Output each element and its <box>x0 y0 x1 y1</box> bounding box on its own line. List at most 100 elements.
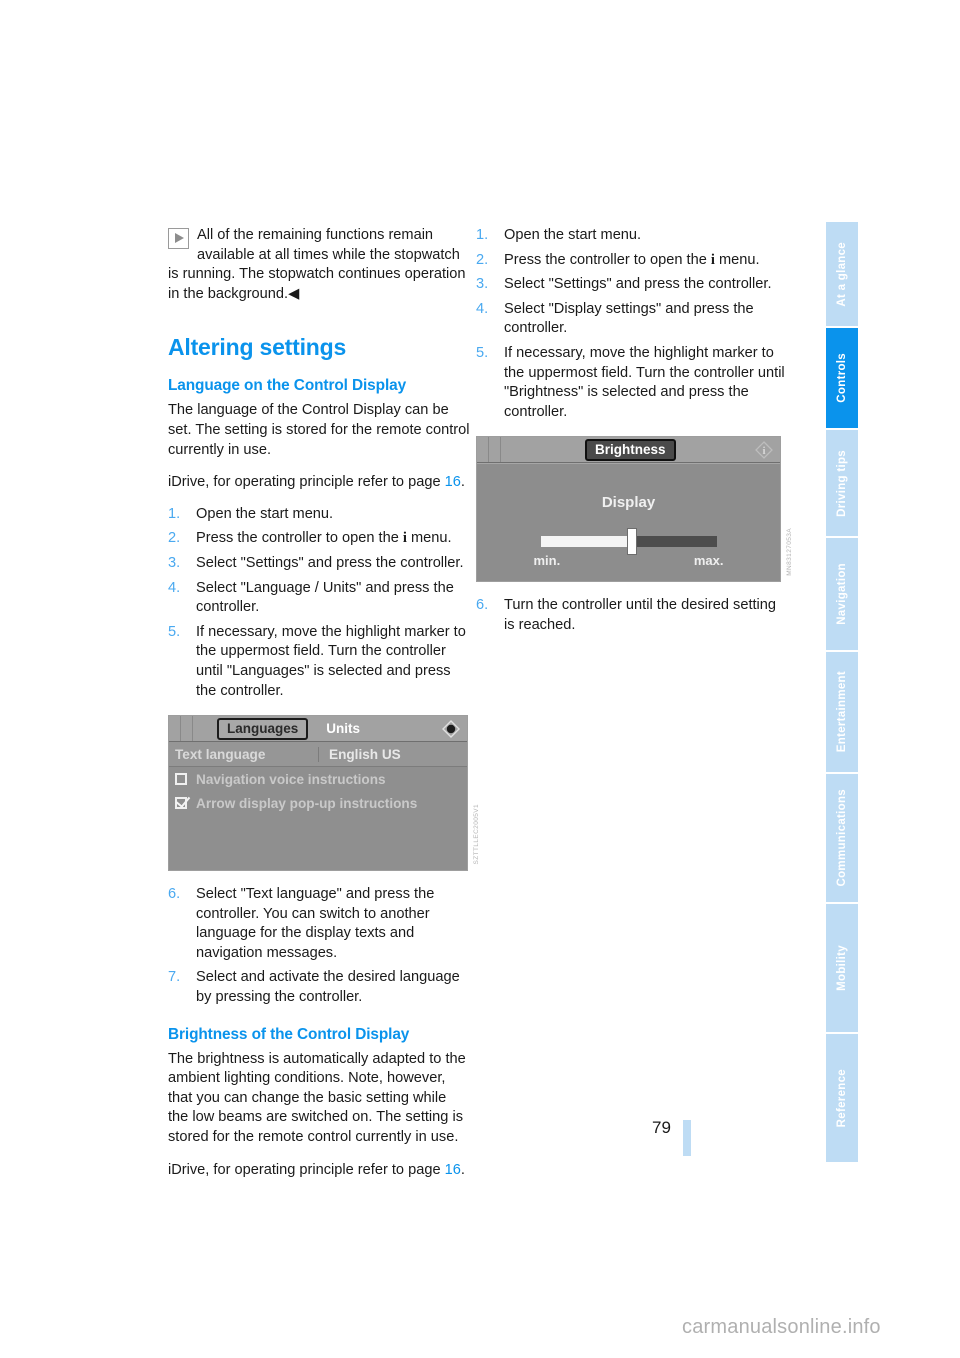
list-item: 7. Select and activate the desired langua… <box>168 968 470 1007</box>
idrive-reference-2: iDrive, for operating principle refer to… <box>168 1161 470 1181</box>
top-bar-segment <box>169 716 181 742</box>
idrive-ref2-prefix: iDrive, for operating principle refer to… <box>168 1161 445 1178</box>
list-item: 6. Turn the controller until the desired … <box>476 596 786 635</box>
sidebar-item-at-a-glance[interactable]: At a glance <box>826 222 858 326</box>
step-number: 5. <box>168 623 181 640</box>
list-item: 2. Press the controller to open the i men… <box>168 529 470 549</box>
list-item: 1. Open the start menu. <box>168 505 470 525</box>
brightness-steps-list-continued: 6. Turn the controller until the desired … <box>476 596 786 635</box>
sidebar-item-mobility[interactable]: Mobility <box>826 904 858 1032</box>
table-row[interactable]: Text language English US <box>169 742 467 768</box>
tab-languages[interactable]: Languages <box>217 717 309 740</box>
list-item: 5. If necessary, move the highlight marke… <box>476 344 786 422</box>
step-number: 4. <box>168 579 181 596</box>
text-language-label: Text language <box>169 746 319 762</box>
sidebar-item-communications[interactable]: Communications <box>826 774 858 902</box>
note-text: All of the remaining functions remain av… <box>168 227 466 302</box>
step-text: Select "Settings" and press the controll… <box>504 276 772 293</box>
list-item: 4. Select "Language / Units" and press th… <box>168 579 470 618</box>
step-text: Select and activate the desired language… <box>196 969 460 1006</box>
step-number: 5. <box>476 344 489 361</box>
list-item: 1. Open the start menu. <box>476 226 786 246</box>
checkbox-row-arrow-popup[interactable]: Arrow display pop-up instructions <box>169 791 467 815</box>
screenshot-top-bar: Languages Units <box>169 716 467 743</box>
step-text: Select "Settings" and press the controll… <box>196 554 464 571</box>
step-number: 3. <box>476 276 489 293</box>
step-number: 2. <box>168 530 181 547</box>
slider-max-label: max. <box>693 553 724 569</box>
idrive-info-icon: i <box>754 440 774 460</box>
svg-text:i: i <box>762 445 765 457</box>
step-text: Press the controller to open the i menu. <box>196 530 452 547</box>
sidebar-item-driving-tips[interactable]: Driving tips <box>826 430 858 536</box>
top-bar-segment <box>181 716 193 742</box>
page-title: Altering settings <box>168 334 347 361</box>
screenshot-brightness: Brightness i Display min. max. MN8312705… <box>476 436 793 583</box>
sidebar-item-label: At a glance <box>836 241 848 307</box>
tab-units[interactable]: Units <box>326 721 360 736</box>
text-language-value: English US <box>329 746 401 762</box>
step-number: 4. <box>476 300 489 317</box>
step-text: Select "Language / Units" and press the … <box>196 579 454 616</box>
slider-handle[interactable] <box>626 528 637 556</box>
slider-min-label: min. <box>533 553 561 569</box>
step-text: If necessary, move the highlight marker … <box>196 623 466 699</box>
info-menu-icon: i <box>402 530 407 547</box>
brightness-display-label: Display <box>601 494 656 512</box>
sidebar-item-label: Communications <box>836 789 848 887</box>
step-text: Select "Display settings" and press the … <box>504 300 754 337</box>
checkbox-checked-icon[interactable] <box>175 797 187 810</box>
step-number: 1. <box>168 505 181 522</box>
step-text: Press the controller to open the i menu. <box>504 251 760 268</box>
manual-page: All of the remaining functions remain av… <box>0 0 960 1358</box>
step-number: 6. <box>476 597 489 614</box>
language-paragraph: The language of the Control Display can … <box>168 402 470 458</box>
note-triangle-icon <box>168 228 189 249</box>
list-item: 6. Select "Text language" and press the c… <box>168 885 470 963</box>
page-link-16-second[interactable]: 16 <box>445 1162 461 1178</box>
subsection-language-heading: Language on the Control Display <box>168 377 407 395</box>
idrive-ref2-suffix: . <box>460 1161 465 1178</box>
note-block: All of the remaining functions remain av… <box>168 226 470 304</box>
slider-labels: min. max. <box>534 553 724 568</box>
step-text: Open the start menu. <box>504 227 642 243</box>
sidebar-item-label: Navigation <box>836 563 848 625</box>
checkbox-row-nav-voice[interactable]: Navigation voice instructions <box>169 767 467 791</box>
page-number: 79 <box>652 1118 671 1137</box>
brightness-slider[interactable] <box>540 528 717 556</box>
left-column: All of the remaining functions remain av… <box>168 226 480 1192</box>
idrive-ref-prefix: iDrive, for operating principle refer to… <box>168 474 445 491</box>
step-number: 3. <box>168 554 181 571</box>
idrive-ref-suffix: . <box>460 474 465 491</box>
step-number: 7. <box>168 969 181 986</box>
sidebar-item-reference[interactable]: Reference <box>826 1034 858 1162</box>
watermark: carmanualsonline.info <box>682 1316 881 1338</box>
sidebar-item-label: Entertainment <box>836 671 848 753</box>
image-id-languages: SZTTLLEC2005V1 <box>473 803 480 865</box>
page-link-16[interactable]: 16 <box>445 474 461 490</box>
sidebar-item-entertainment[interactable]: Entertainment <box>826 652 858 772</box>
checkbox-unchecked-icon[interactable] <box>175 773 187 786</box>
brightness-steps-list: 1. Open the start menu. 2. Press the contr… <box>476 226 786 422</box>
screenshot-top-bar: Brightness i <box>477 437 780 464</box>
info-menu-icon: i <box>710 251 715 268</box>
sidebar-item-navigation[interactable]: Navigation <box>826 538 858 650</box>
checkbox-label: Arrow display pop-up instructions <box>196 795 418 811</box>
subsection-brightness-heading: Brightness of the Control Display <box>168 1025 410 1043</box>
screenshot-languages: Languages Units Text language English US… <box>168 715 480 872</box>
tab-brightness[interactable]: Brightness <box>585 438 676 461</box>
idrive-reference-1: iDrive, for operating principle refer to… <box>168 473 470 493</box>
brightness-paragraph: The brightness is automatically adapted … <box>168 1050 466 1146</box>
brightness-body: Display min. max. <box>477 463 780 582</box>
step-text: Turn the controller until the desired se… <box>504 597 777 633</box>
sidebar-item-label: Driving tips <box>836 449 848 517</box>
sidebar-item-label: Mobility <box>836 945 848 991</box>
step-number: 6. <box>168 886 181 903</box>
top-bar-segment <box>477 437 489 463</box>
top-bar-segment <box>489 437 501 463</box>
list-item: 2. Press the controller to open the i men… <box>476 251 786 271</box>
step-number: 1. <box>476 227 489 243</box>
slider-track-filled <box>540 536 633 548</box>
sidebar-item-label: Controls <box>836 353 848 403</box>
sidebar-item-controls[interactable]: Controls <box>826 328 858 428</box>
